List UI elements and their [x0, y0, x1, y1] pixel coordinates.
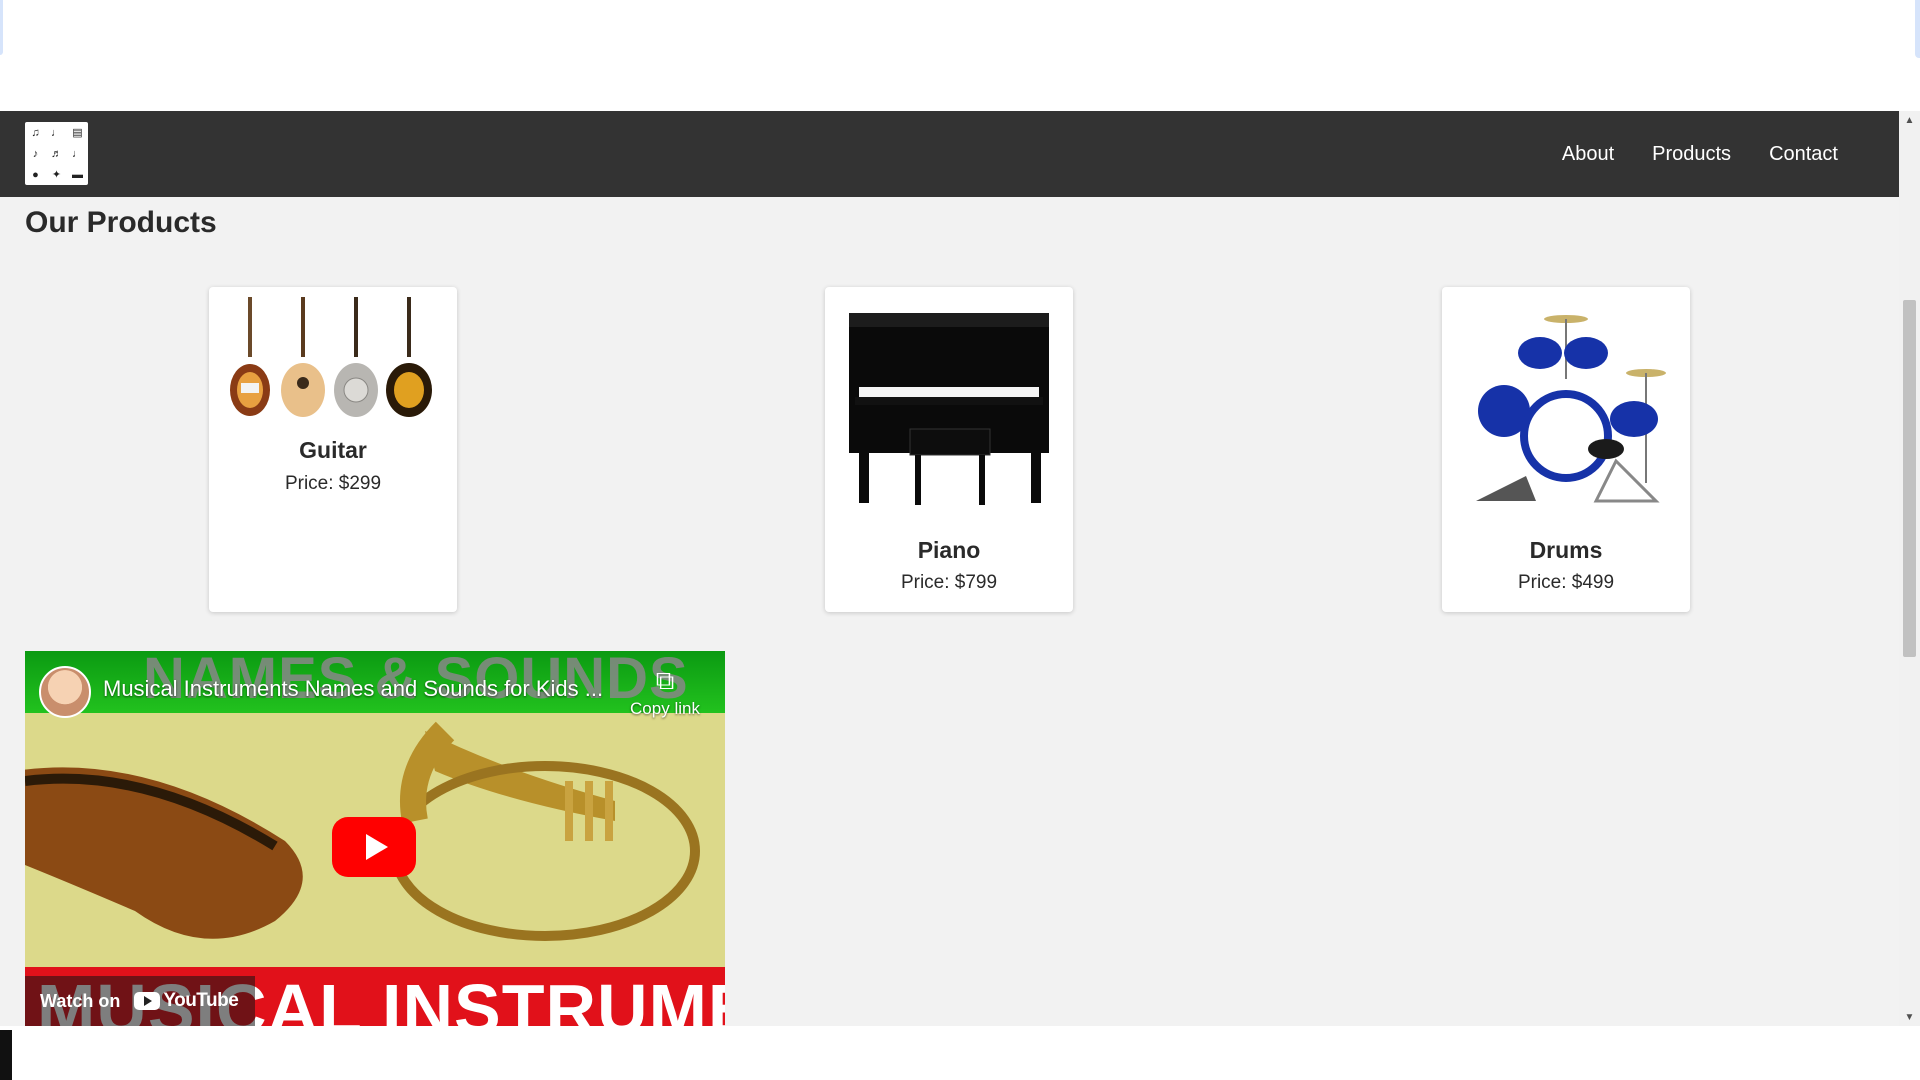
logo-cell-icon: ♩ — [51, 126, 62, 139]
channel-avatar[interactable] — [39, 666, 91, 718]
scroll-down-arrow-icon[interactable]: ▼ — [1899, 1008, 1920, 1026]
window-edge-accent — [0, 0, 3, 55]
copy-icon: ⧉ — [655, 665, 675, 695]
logo-cell-icon: ♬ — [51, 147, 62, 160]
play-button[interactable] — [332, 817, 416, 877]
logo-cell-icon: ♪ — [32, 147, 39, 160]
product-name: Guitar — [299, 437, 367, 463]
browser-bottom-area — [0, 1026, 1920, 1080]
scrollbar-thumb[interactable] — [1903, 300, 1916, 657]
logo-cell-icon: ▬ — [72, 168, 83, 181]
watch-on-youtube-button[interactable]: Watch on YouTube — [25, 976, 255, 1026]
product-name: Piano — [917, 537, 981, 563]
logo-cell-icon: ▤ — [72, 127, 83, 139]
copy-link-button[interactable]: ⧉ Copy link — [620, 665, 710, 719]
youtube-logo: YouTube — [134, 990, 239, 1012]
scroll-up-arrow-icon[interactable]: ▲ — [1899, 111, 1920, 129]
logo-cell-icon: ♫ — [31, 126, 40, 139]
embedded-video[interactable]: NAMES & SOUNDS Musical Instruments Names… — [25, 651, 725, 1026]
product-card-piano[interactable]: Piano Price: $799 — [825, 287, 1073, 612]
guitar-image — [230, 297, 432, 417]
product-card-guitar[interactable]: Guitar Price: $299 — [209, 287, 457, 612]
nav-link-about[interactable]: About — [1543, 143, 1633, 166]
video-title[interactable]: Musical Instruments Names and Sounds for… — [103, 676, 603, 702]
logo-cell-icon: ♩ — [72, 147, 83, 160]
browser-top-area — [0, 0, 1920, 111]
logo-cell-icon: ✦ — [51, 169, 62, 181]
nav-link-contact[interactable]: Contact — [1750, 143, 1857, 166]
navbar: ♫ ♩ ▤ ♪ ♬ ♩ ● ✦ ▬ About Products Contact — [0, 111, 1899, 197]
copy-link-label: Copy link — [630, 699, 700, 718]
nav-link-products[interactable]: Products — [1633, 143, 1750, 166]
product-price: Price: $499 — [1517, 572, 1615, 593]
vertical-scrollbar[interactable]: ▲ ▼ — [1899, 111, 1920, 1026]
logo-cell-icon: ● — [32, 168, 39, 181]
piano-image — [849, 313, 1049, 505]
window-edge-accent-right — [1915, 0, 1920, 58]
play-icon — [366, 834, 388, 860]
product-price: Price: $799 — [900, 572, 998, 593]
watch-on-label: Watch on — [40, 990, 121, 1011]
nav-links: About Products Contact — [1543, 111, 1857, 197]
drums-image — [1476, 315, 1666, 503]
page-viewport: ♫ ♩ ▤ ♪ ♬ ♩ ● ✦ ▬ About Products Contact… — [0, 111, 1899, 1026]
logo[interactable]: ♫ ♩ ▤ ♪ ♬ ♩ ● ✦ ▬ — [25, 122, 88, 185]
youtube-icon — [134, 992, 161, 1010]
product-name: Drums — [1529, 537, 1603, 563]
page-title: Our Products — [25, 206, 217, 239]
window-edge-bottom — [0, 1030, 12, 1080]
youtube-label: YouTube — [163, 990, 239, 1011]
product-price: Price: $299 — [284, 473, 382, 494]
product-card-drums[interactable]: Drums Price: $499 — [1442, 287, 1690, 612]
